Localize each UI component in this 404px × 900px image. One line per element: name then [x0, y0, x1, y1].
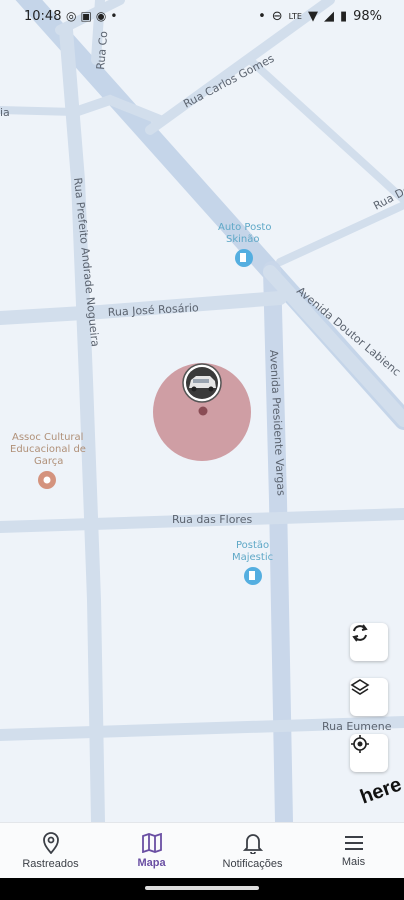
wifi-icon: ▼ [307, 9, 318, 24]
vehicle-position-dot [198, 406, 208, 416]
poi-label: Skinão [226, 234, 260, 245]
app-icon: ◉ [95, 9, 111, 23]
location-pin-icon [42, 832, 59, 854]
tab-label: Mais [341, 856, 366, 868]
battery-icon: ▮ [339, 9, 348, 24]
culture-poi-icon[interactable] [38, 471, 56, 489]
do-not-disturb-icon: ⊖ [271, 9, 283, 24]
dot-icon: • [258, 9, 266, 24]
video-icon: ▣ [80, 9, 96, 23]
tab-label: Mapa [137, 857, 166, 869]
status-time: 10:48 [24, 9, 62, 24]
whatsapp-icon: ◎ [66, 9, 81, 23]
street-label: ia [0, 106, 10, 119]
refresh-button[interactable] [350, 623, 388, 661]
battery-percent: 98% [353, 9, 382, 24]
refresh-icon [352, 624, 368, 642]
tab-mais[interactable]: Mais [303, 823, 404, 879]
tab-rastreados[interactable]: Rastreados [0, 823, 101, 879]
notification-icons: ◎▣◉• [66, 9, 121, 23]
map-view[interactable]: Rua Co Rua Carlos Gomes Rua Do ia Rua Pr… [0, 0, 404, 822]
status-bar: 10:48 ◎▣◉• • ⊖ LTE ▼ ◢ ▮ 98% [0, 0, 404, 34]
poi-label: Assoc Cultural [12, 432, 83, 443]
network-label: LTE [288, 12, 302, 21]
layers-button[interactable] [350, 678, 388, 716]
poi-label: Postão [236, 540, 269, 551]
street-label: Rua das Flores [172, 513, 252, 526]
poi-label: Auto Posto [218, 222, 271, 233]
status-right: • ⊖ LTE ▼ ◢ ▮ 98% [258, 9, 382, 24]
poi-label: Garça [34, 456, 63, 467]
bell-icon [242, 834, 263, 854]
tab-label: Notificações [222, 858, 283, 870]
tab-mapa[interactable]: Mapa [101, 823, 202, 879]
tab-notificacoes[interactable]: Notificações [202, 823, 303, 879]
bottom-tab-bar: Rastreados Mapa Notificações Mais [0, 822, 404, 879]
system-nav-bar [0, 878, 404, 900]
tab-label: Rastreados [22, 858, 79, 870]
menu-icon [344, 836, 363, 850]
vehicle-marker[interactable] [182, 363, 222, 403]
fuel-station-icon[interactable] [244, 567, 262, 585]
dot-icon: • [110, 9, 122, 23]
poi-label: Majestic [232, 552, 273, 563]
poi-label: Educacional de [10, 444, 86, 455]
map-icon [141, 833, 162, 853]
layers-icon [350, 679, 370, 695]
fuel-station-icon[interactable] [235, 249, 253, 267]
map-canvas[interactable]: Rua Co Rua Carlos Gomes Rua Do ia Rua Pr… [0, 0, 404, 822]
crosshair-icon [351, 735, 369, 753]
home-handle[interactable] [145, 886, 259, 890]
signal-icon: ◢ [323, 9, 334, 24]
my-location-button[interactable] [350, 734, 388, 772]
street-label: Rua Eumene [322, 720, 392, 733]
